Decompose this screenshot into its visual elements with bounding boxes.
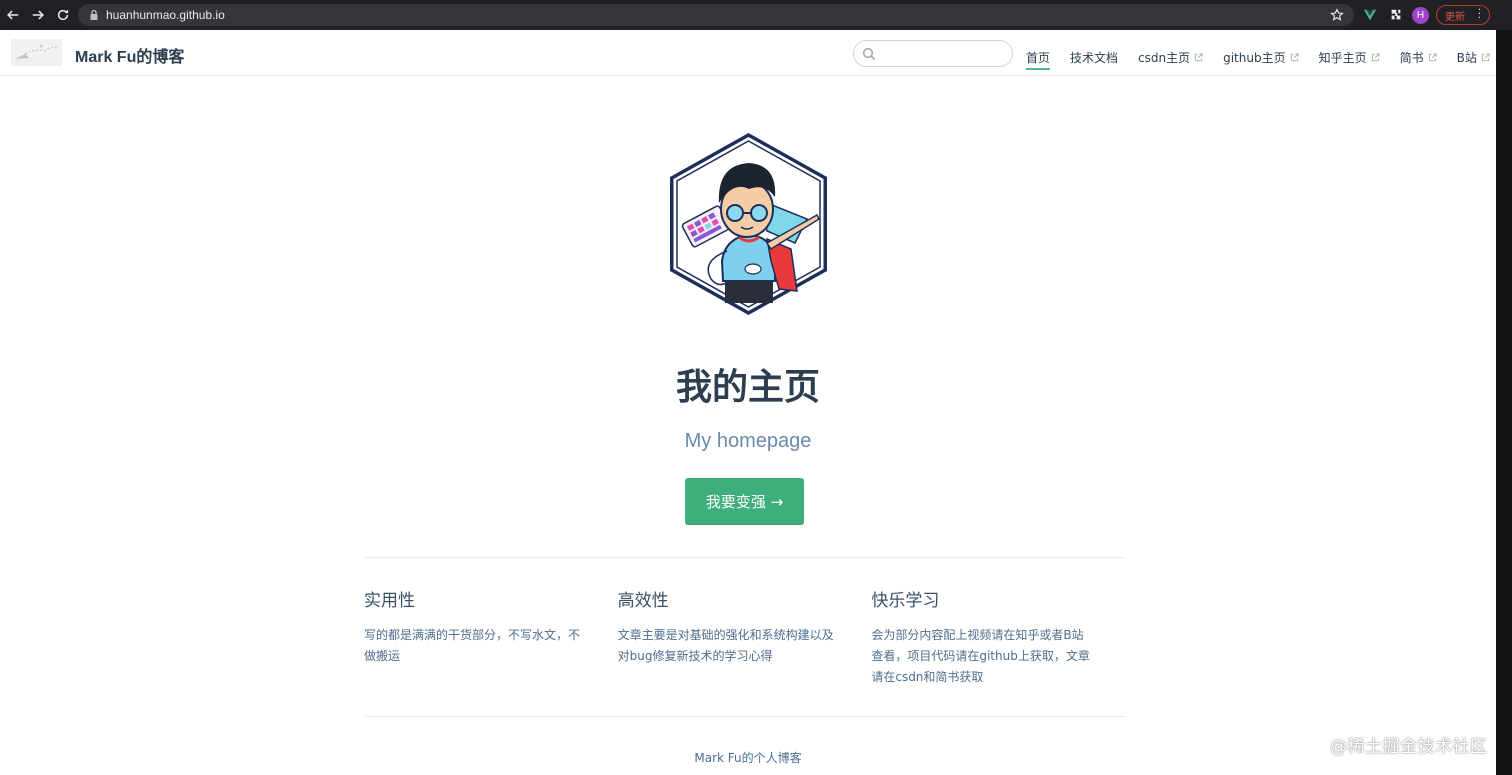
nav-link-jianshu[interactable]: 简书	[1400, 49, 1437, 66]
nav-link-bilibili[interactable]: B站	[1457, 49, 1490, 66]
footer-divider	[364, 716, 1125, 717]
star-icon[interactable]	[1330, 8, 1344, 22]
feature-title: 实用性	[364, 591, 415, 611]
nav-link-github[interactable]: github主页	[1223, 49, 1299, 66]
profile-avatar[interactable]: H	[1412, 7, 1429, 24]
feature-efficiency: 高效性 文章主要是对基础的强化和系统构建以及对bug修复新技术的学习心得	[618, 586, 872, 688]
arrow-right-icon	[32, 10, 44, 20]
update-button[interactable]: 更新 · · ·	[1436, 5, 1490, 25]
back-button[interactable]	[0, 0, 25, 30]
nav-link-docs[interactable]: 技术文档	[1070, 49, 1118, 66]
feature-happy-learning: 快乐学习 会为部分内容配上视频请在知乎或者B站查看，项目代码请在github上获…	[871, 586, 1125, 688]
footer-text: Mark Fu的个人博客	[694, 751, 802, 765]
site-name[interactable]: Mark Fu的博客	[75, 43, 184, 67]
nav-link-label: B站	[1456, 51, 1477, 65]
hero-description: My homepage	[684, 430, 812, 452]
feature-title: 快乐学习	[871, 591, 940, 611]
feature-details: 文章主要是对基础的强化和系统构建以及对bug修复新技术的学习心得	[617, 628, 834, 663]
menu-dots-icon[interactable]: · · ·	[1478, 6, 1481, 24]
site-navbar: Mark Fu的博客 首页 技术文档 csdn主页 github主页 知乎主页 …	[0, 30, 1496, 76]
reload-icon	[57, 9, 68, 21]
feature-practicality: 实用性 写的都是满满的干货部分，不写水文，不做搬运	[364, 586, 618, 688]
external-link-icon	[1371, 53, 1380, 62]
nav-link-label: csdn主页	[1138, 51, 1191, 65]
features-divider-top	[364, 557, 1125, 558]
update-label: 更新	[1445, 11, 1465, 23]
feature-details: 会为部分内容配上视频请在知乎或者B站查看，项目代码请在github上获取，文章请…	[871, 628, 1090, 684]
reload-button[interactable]	[50, 0, 75, 30]
forward-button[interactable]	[25, 0, 50, 30]
browser-toolbar: huanhunmao.github.io H 更新 · · ·	[0, 0, 1512, 30]
hero-action-button[interactable]: 我要变强 →	[685, 478, 804, 525]
hero-avatar-image	[667, 131, 830, 317]
nav-link-label: 知乎主页	[1318, 51, 1367, 65]
hero-title: 我的主页	[675, 367, 820, 408]
vue-devtools-icon[interactable]	[1362, 7, 1378, 23]
nav-links: 首页 技术文档 csdn主页 github主页 知乎主页 简书 B站	[1026, 45, 1490, 70]
url-text: huanhunmao.github.io	[106, 8, 225, 22]
nav-link-label: 技术文档	[1070, 51, 1119, 65]
extensions-icon[interactable]	[1388, 7, 1404, 23]
feature-title: 高效性	[617, 591, 669, 611]
external-link-icon	[1481, 53, 1490, 62]
nav-link-home[interactable]: 首页	[1026, 49, 1051, 70]
site-logo[interactable]	[11, 39, 62, 66]
nav-link-label: github主页	[1223, 51, 1286, 65]
address-bar[interactable]: huanhunmao.github.io	[78, 4, 1354, 26]
nav-link-label: 首页	[1026, 51, 1051, 65]
search-icon	[862, 47, 876, 61]
feature-details: 写的都是满满的干货部分，不写水文，不做搬运	[364, 628, 581, 663]
lock-icon	[90, 9, 98, 20]
external-link-icon	[1195, 53, 1203, 62]
external-link-icon	[1428, 53, 1437, 62]
external-link-icon	[1290, 53, 1299, 62]
nav-link-csdn[interactable]: csdn主页	[1138, 49, 1203, 66]
nav-link-zhihu[interactable]: 知乎主页	[1319, 49, 1380, 66]
watermark: @稀土掘金技术社区	[1330, 737, 1488, 757]
search-input[interactable]	[880, 44, 1004, 63]
search-box[interactable]	[853, 40, 1013, 67]
features-section: 实用性 写的都是满满的干货部分，不写水文，不做搬运 高效性 文章主要是对基础的强…	[364, 586, 1125, 688]
nav-link-label: 简书	[1399, 51, 1424, 65]
window-edge	[1496, 30, 1512, 775]
arrow-left-icon	[6, 10, 18, 20]
